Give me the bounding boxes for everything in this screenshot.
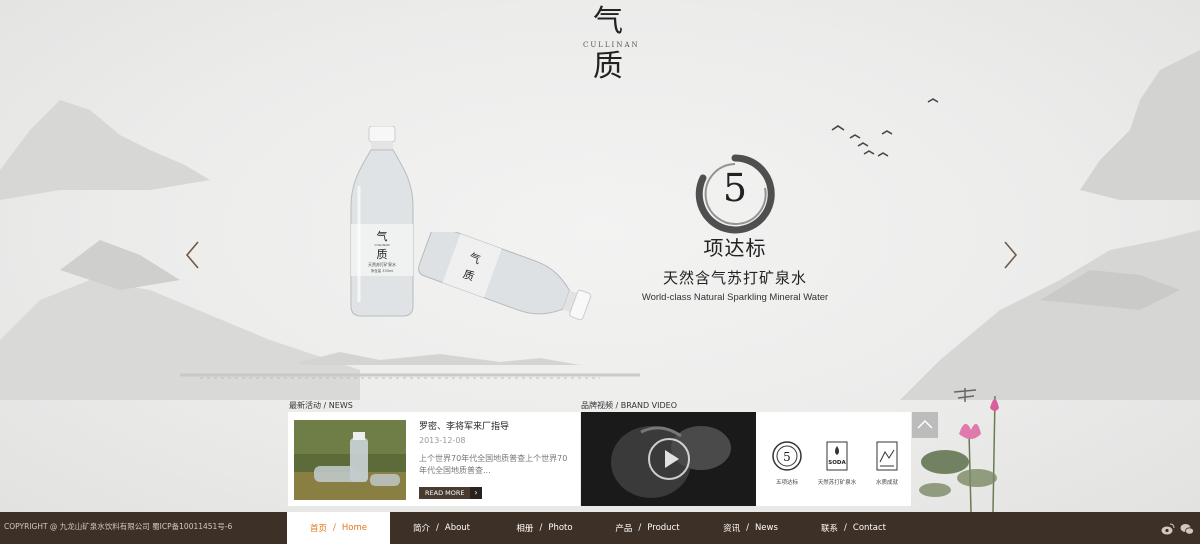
slider-subtitle-en: World-class Natural Sparkling Mineral Wa… xyxy=(641,292,829,303)
nav-label-en: Contact xyxy=(852,523,886,533)
slider-slogan: 5 项达标 天然含气苏打矿泉水 World-class Natural Spar… xyxy=(630,152,840,303)
badge-label: 天然苏打矿泉水 xyxy=(817,480,857,486)
video-section-label: 品牌视频 / BRAND VIDEO xyxy=(581,401,678,410)
logo-char-top: 气 xyxy=(593,4,623,39)
chevron-right-icon xyxy=(1004,241,1018,269)
slider-prev-button[interactable] xyxy=(183,240,203,270)
nav-item-photo[interactable]: 相册 / Photo xyxy=(493,512,596,544)
scroll-top-button[interactable] xyxy=(912,412,938,438)
slider-number: 5 xyxy=(722,166,748,210)
nav-separator: / xyxy=(746,523,749,533)
badge-soda: SODA 天然苏打矿泉水 xyxy=(814,440,860,486)
news-title[interactable]: 罗密、李将军来厂指导 xyxy=(419,419,509,432)
news-excerpt: 上个世界70年代全国地质普查上个世界70年代全国地质普查... xyxy=(419,454,568,475)
nav-item-news[interactable]: 资讯 / News xyxy=(699,512,802,544)
nav-label-cn: 相册 xyxy=(516,524,534,534)
quality-badges: 5 五项达标 SODA 天然苏打矿泉水 水质成就 xyxy=(756,412,911,506)
lotus-painting xyxy=(919,395,999,512)
slider-next-button[interactable] xyxy=(1000,240,1020,270)
nav-separator: / xyxy=(333,523,336,533)
brand-video[interactable] xyxy=(581,412,756,506)
product-bottle-standing: 气 CULLINAN 质 天然苏打矿泉水 净含量 330ml xyxy=(350,126,414,317)
nav-label-cn: 产品 xyxy=(615,524,633,534)
badge-five-standards: 5 五项达标 xyxy=(764,440,810,486)
bottle-label-latin: CULLINAN xyxy=(374,243,389,247)
news-section-label: 最新活动 / NEWS xyxy=(289,401,353,410)
badge-water-quality: 水质成就 xyxy=(864,440,910,486)
wechat-icon[interactable] xyxy=(1180,521,1194,535)
chevron-right-icon: › xyxy=(470,487,482,499)
nav-item-about[interactable]: 简介 / About xyxy=(390,512,493,544)
badge-five-mark: 5 xyxy=(783,450,791,464)
nav-label-cn: 首页 xyxy=(310,524,328,534)
bottle-label-type: 天然苏打矿泉水 xyxy=(368,261,396,267)
news-card[interactable]: 罗密、李将军来厂指导 2013-12-08 上个世界70年代全国地质普查上个世界… xyxy=(288,412,580,506)
nav-label-en: Home xyxy=(341,523,367,533)
chevron-up-icon xyxy=(917,419,933,429)
chevron-left-icon xyxy=(185,241,199,269)
brand-logo[interactable]: 气 CULLINAN 质 xyxy=(583,4,640,90)
brush-circle: 5 xyxy=(693,152,777,236)
bottle-label-char-bottom: 质 xyxy=(377,248,388,261)
weibo-icon[interactable] xyxy=(1161,521,1175,535)
nav-item-contact[interactable]: 联系 / Contact xyxy=(802,512,905,544)
badge-label: 五项达标 xyxy=(775,480,798,486)
badge-soda-mark: SODA xyxy=(828,460,846,466)
nav-label-en: News xyxy=(754,523,778,533)
slider-headline: 项达标 xyxy=(703,236,767,260)
nav-separator: / xyxy=(436,523,439,533)
footer-bar: COPYRIGHT @ 九龙山矿泉水饮料有限公司 蜀ICP备10011451号-… xyxy=(0,512,1200,544)
nav-label-en: Product xyxy=(647,523,680,533)
nav-label-cn: 简介 xyxy=(412,524,430,534)
five-badge-icon: 5 xyxy=(772,441,802,471)
main-nav: 首页 / Home 简介 / About 相册 / Photo 产品 / Product 资讯 /… xyxy=(287,512,905,544)
nav-label-cn: 资讯 xyxy=(723,524,741,534)
slider-subtitle-cn: 天然含气苏打矿泉水 xyxy=(662,269,807,287)
read-more-button[interactable]: READ MORE › xyxy=(419,487,482,499)
bottle-label-char-top: 气 xyxy=(377,229,388,243)
ink-mountains-right xyxy=(900,50,1200,400)
nav-label-en: About xyxy=(444,523,471,533)
water-quality-icon xyxy=(876,441,898,471)
soda-badge-icon: SODA xyxy=(826,441,848,471)
news-thumbnail[interactable] xyxy=(294,420,406,500)
nav-label-en: Photo xyxy=(548,523,573,533)
logo-char-bottom: 质 xyxy=(593,49,623,84)
product-bottle-lying: 气 质 xyxy=(418,232,592,321)
birds xyxy=(831,98,939,157)
read-more-label: READ MORE xyxy=(425,489,465,497)
nav-separator: / xyxy=(638,523,642,533)
bottle-label-volume: 净含量 330ml xyxy=(371,268,394,273)
nav-label-cn: 联系 xyxy=(821,524,839,534)
nav-item-home[interactable]: 首页 / Home xyxy=(287,512,390,544)
copyright-text: COPYRIGHT @ 九龙山矿泉水饮料有限公司 蜀ICP备10011451号-… xyxy=(4,522,233,531)
logo-latin: CULLINAN xyxy=(583,41,640,49)
news-date: 2013-12-08 xyxy=(419,436,466,445)
ink-lake-bridge xyxy=(180,352,640,379)
play-icon[interactable] xyxy=(648,438,690,480)
nav-item-product[interactable]: 产品 / Product xyxy=(596,512,699,544)
badge-label: 水质成就 xyxy=(875,480,898,486)
nav-separator: / xyxy=(539,523,543,533)
nav-separator: / xyxy=(844,523,847,533)
